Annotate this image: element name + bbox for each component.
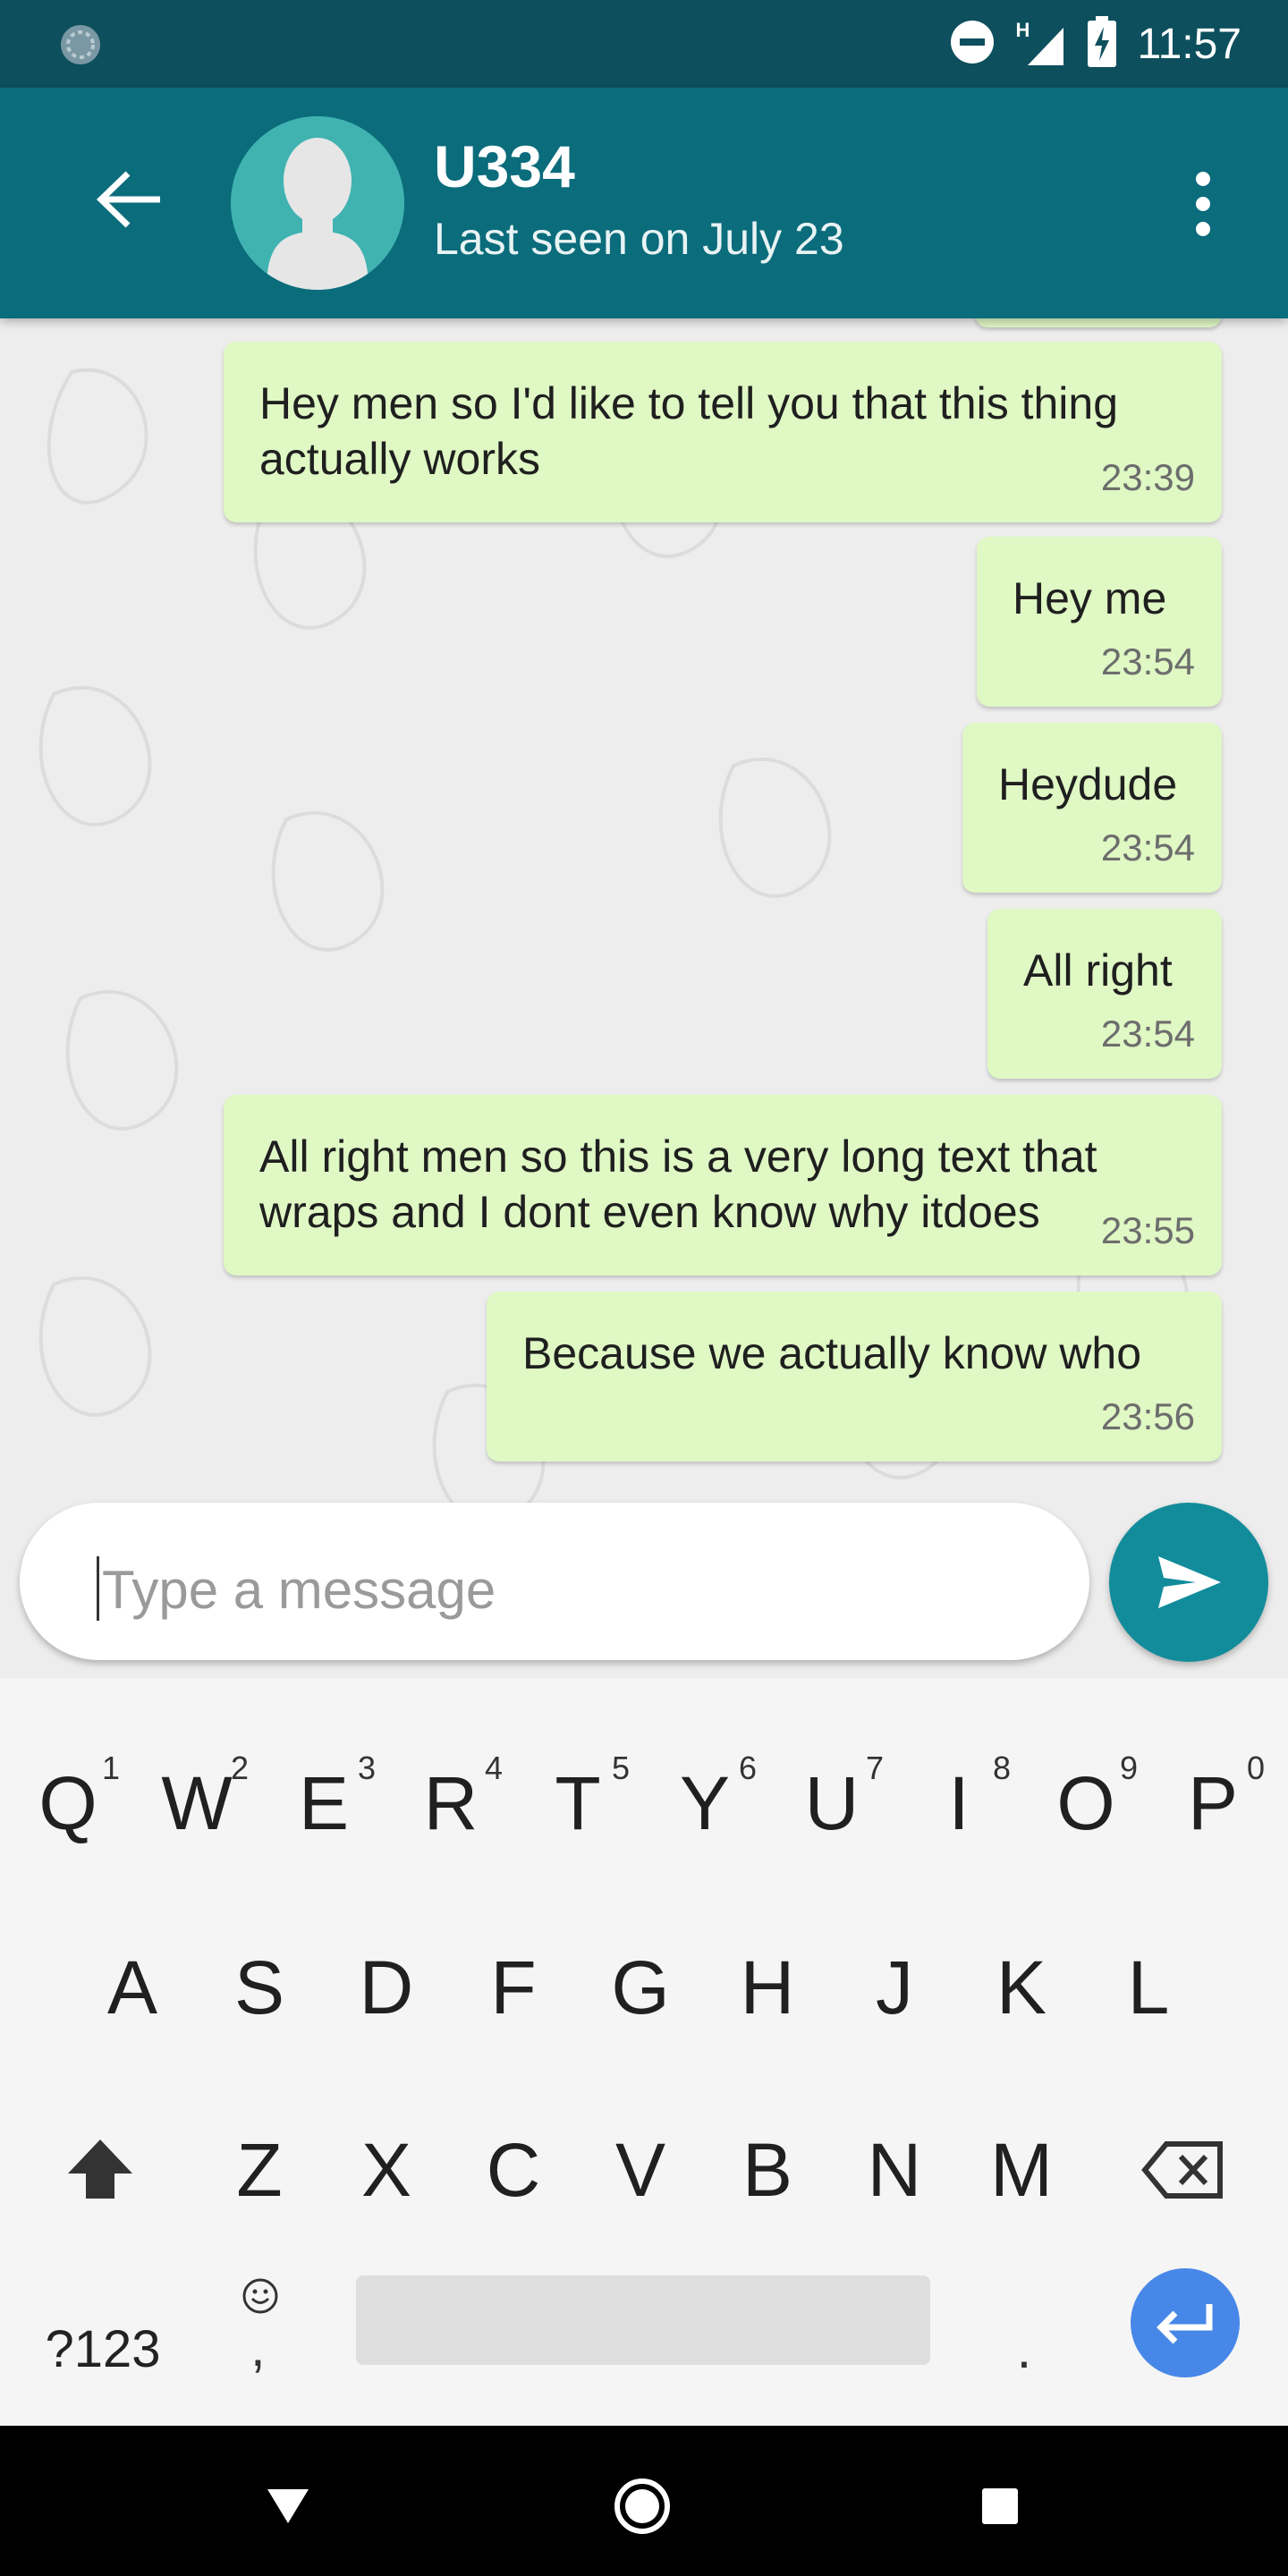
backspace-icon [1141, 2141, 1223, 2199]
shift-icon [68, 2140, 132, 2199]
key-h[interactable]: H [703, 1907, 832, 2068]
nav-home-button[interactable] [606, 2470, 678, 2542]
avatar[interactable] [231, 116, 404, 290]
key-o[interactable]: O9 [1021, 1723, 1150, 1884]
key-s[interactable]: S [195, 1907, 324, 2068]
message-time: 23:54 [1100, 1013, 1195, 1055]
key-i[interactable]: I8 [894, 1723, 1023, 1884]
nav-recents-button[interactable] [964, 2470, 1036, 2542]
key-v[interactable]: V [576, 2089, 705, 2250]
message-bubble[interactable]: Heydude 23:54 [962, 723, 1222, 893]
nav-back-icon [267, 2489, 309, 2523]
message-text: Because we actually know who [522, 1328, 1142, 1378]
key-m[interactable]: M [957, 2089, 1086, 2250]
key-n[interactable]: N [830, 2089, 959, 2250]
more-vert-icon [1196, 172, 1210, 186]
navigation-bar [0, 2426, 1288, 2576]
key-u[interactable]: U7 [767, 1723, 896, 1884]
nav-back-button[interactable] [252, 2470, 324, 2542]
key-w[interactable]: W2 [132, 1723, 261, 1884]
nav-home-icon [614, 2479, 670, 2534]
period-key[interactable]: . [984, 2295, 1064, 2402]
nav-recents-icon [982, 2488, 1018, 2524]
more-options-button[interactable] [1172, 159, 1234, 249]
back-button[interactable] [89, 159, 170, 240]
signal-icon: H [1015, 19, 1067, 69]
shift-key[interactable] [36, 2089, 165, 2250]
sync-icon [57, 21, 104, 68]
key-b[interactable]: B [703, 2089, 832, 2250]
key-p[interactable]: P0 [1148, 1723, 1277, 1884]
spacebar[interactable] [356, 2275, 930, 2365]
key-e[interactable]: E3 [259, 1723, 388, 1884]
send-button[interactable] [1109, 1503, 1268, 1662]
chat-header: U334 Last seen on July 23 [0, 88, 1288, 318]
smiley-icon [242, 2278, 278, 2314]
key-c[interactable]: C [449, 2089, 578, 2250]
key-j[interactable]: J [830, 1907, 959, 2068]
contact-name[interactable]: U334 [434, 132, 575, 200]
keyboard: Q1 W2 E3 R4 T5 Y6 U7 I8 O9 P0 A S D F G … [0, 1678, 1288, 2426]
message-text: Heydude [998, 759, 1178, 809]
key-g[interactable]: G [576, 1907, 705, 2068]
key-r[interactable]: R4 [386, 1723, 515, 1884]
message-bubble-partial[interactable] [975, 318, 1222, 327]
key-l[interactable]: L [1084, 1907, 1213, 2068]
message-input[interactable] [100, 1555, 1052, 1624]
send-icon [1158, 1556, 1221, 1608]
backspace-key[interactable] [1120, 2089, 1249, 2250]
key-f[interactable]: F [449, 1907, 578, 2068]
key-x[interactable]: X [322, 2089, 451, 2250]
key-t[interactable]: T5 [513, 1723, 642, 1884]
do-not-disturb-icon [949, 19, 996, 70]
message-time: 23:54 [1100, 826, 1195, 869]
key-y[interactable]: Y6 [640, 1723, 769, 1884]
key-z[interactable]: Z [195, 2089, 324, 2250]
message-text: All right men so this is a very long tex… [259, 1131, 1097, 1237]
message-time: 23:55 [1100, 1209, 1195, 1251]
status-time: 11:57 [1137, 20, 1241, 68]
key-a[interactable]: A [68, 1907, 197, 2068]
person-icon [231, 116, 404, 290]
status-bar: H 11:57 [0, 0, 1288, 88]
message-bubble[interactable]: Hey me 23:54 [977, 537, 1222, 707]
message-bubble[interactable]: Hey men so I'd like to tell you that thi… [224, 342, 1222, 522]
battery-charging-icon [1087, 15, 1117, 72]
emoji-comma-key[interactable]: , [215, 2268, 304, 2402]
arrow-left-icon [96, 171, 160, 228]
message-text: Hey men so I'd like to tell you that thi… [259, 378, 1119, 484]
message-time: 23:56 [1100, 1395, 1195, 1437]
message-text: All right [1023, 945, 1173, 996]
message-time: 23:39 [1100, 456, 1195, 498]
key-q[interactable]: Q1 [4, 1723, 132, 1884]
status-icons: H 11:57 [949, 13, 1241, 75]
message-time: 23:54 [1100, 640, 1195, 682]
text-cursor [97, 1556, 99, 1621]
message-bubble[interactable]: All right 23:54 [987, 909, 1222, 1079]
key-d[interactable]: D [322, 1907, 451, 2068]
symbols-key[interactable]: ?123 [27, 2295, 179, 2402]
enter-key[interactable] [1131, 2268, 1240, 2377]
chat-area[interactable]: Hey men so I'd like to tell you that thi… [0, 318, 1288, 1678]
message-bubble[interactable]: All right men so this is a very long tex… [224, 1095, 1222, 1275]
enter-icon [1157, 2304, 1213, 2344]
message-text: Hey me [1013, 573, 1167, 623]
last-seen-text: Last seen on July 23 [434, 214, 844, 264]
message-composer[interactable] [20, 1503, 1089, 1660]
message-bubble[interactable]: Because we actually know who 23:56 [487, 1292, 1222, 1462]
key-k[interactable]: K [957, 1907, 1086, 2068]
